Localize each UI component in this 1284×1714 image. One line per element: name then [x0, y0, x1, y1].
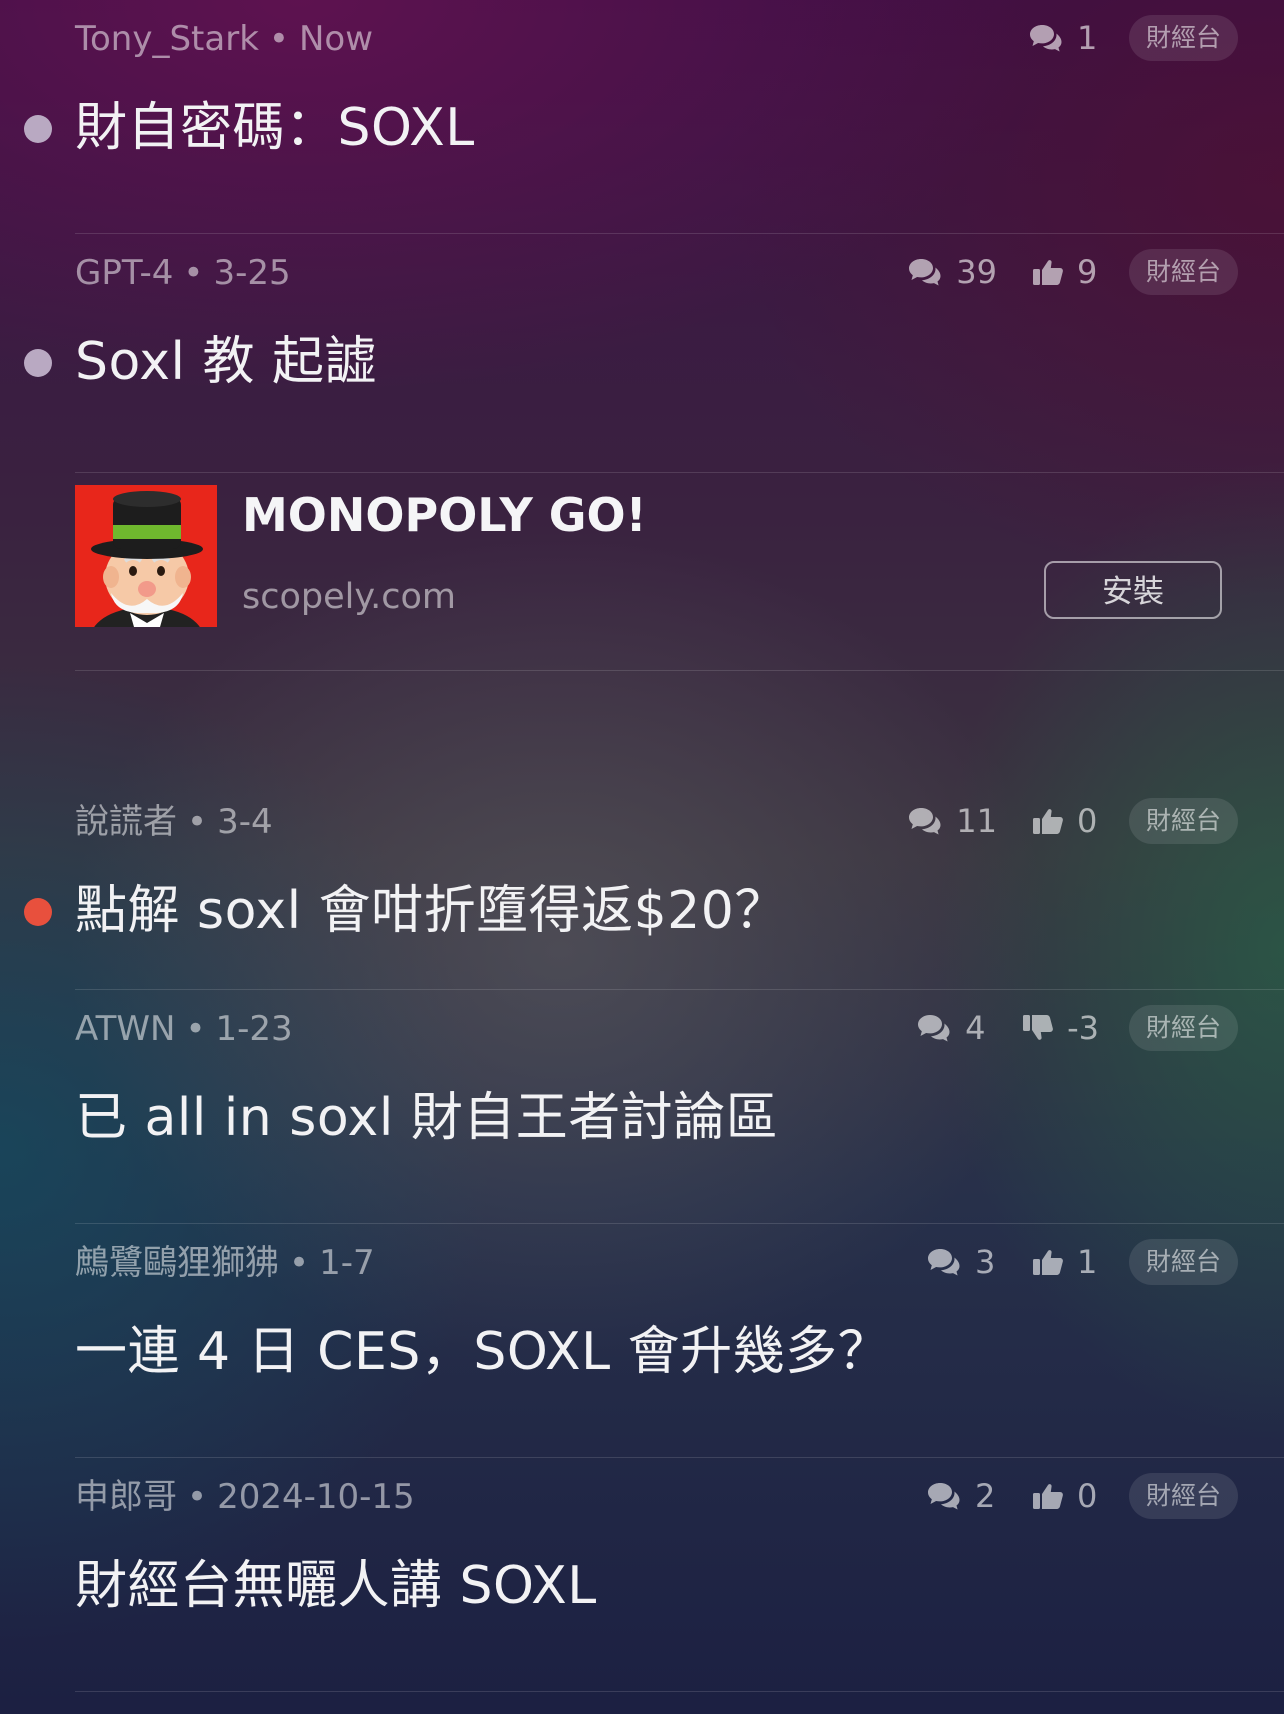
meta-separator: • — [289, 1243, 310, 1283]
like-count: 9 — [1031, 253, 1099, 291]
thread-meta: Tony_Stark • Now — [75, 19, 373, 59]
comment-icon — [927, 1481, 961, 1511]
thread-title[interactable]: 一連 4 日 CES，SOXL 會升幾多？ — [75, 1319, 890, 1385]
thread-title[interactable]: 已 all in soxl 財自王者討論區 — [75, 1085, 778, 1151]
status-dot — [24, 898, 52, 926]
sponsored-ad[interactable]: MONOPOLY GO! scopely.com 安裝 — [0, 440, 1284, 671]
author-name[interactable]: 說謊者 — [75, 802, 177, 842]
author-name[interactable]: Tony_Stark — [75, 19, 259, 59]
post-date: Now — [298, 19, 373, 59]
thread-stats: 3 1 財經台 — [927, 1239, 1238, 1285]
category-tag[interactable]: 財經台 — [1128, 15, 1238, 61]
comment-icon — [908, 806, 942, 836]
meta-separator: • — [183, 253, 204, 293]
thread-item[interactable]: 鷓鷺鷗狸獅狒 • 1-7 3 1 財經台 一連 4 日 CES，SOXL 會升幾多？ — [0, 1224, 1284, 1458]
author-name[interactable]: GPT-4 — [75, 253, 173, 293]
thread-item[interactable]: GPT-4 • 3-25 39 9 財經台 Soxl 教 起譃 — [0, 206, 1284, 473]
category-tag[interactable]: 財經台 — [1128, 1005, 1238, 1051]
comment-icon — [917, 1013, 951, 1043]
author-name[interactable]: 申郎哥 — [75, 1477, 177, 1517]
comment-count: 3 — [927, 1243, 997, 1281]
meta-separator: • — [268, 19, 289, 59]
category-tag[interactable]: 財經台 — [1128, 1473, 1238, 1519]
thread-stats: 1 財經台 — [1029, 15, 1238, 61]
thread-title[interactable]: Soxl 教 起譃 — [75, 329, 377, 395]
comment-icon — [908, 257, 942, 287]
install-button[interactable]: 安裝 — [1044, 561, 1222, 619]
thread-title[interactable]: 財自密碼：SOXL — [75, 95, 475, 161]
category-tag[interactable]: 財經台 — [1128, 1239, 1238, 1285]
like-count: 0 — [1031, 802, 1099, 840]
thread-item[interactable]: ATWN • 1-23 4 -3 財經台 已 all in soxl 財自王者討論區 — [0, 990, 1284, 1224]
thread-item[interactable]: 說謊者 • 3-4 11 0 財經台 點解 soxl 會咁折墮得返$20？ — [0, 756, 1284, 990]
author-name[interactable]: 鷓鷺鷗狸獅狒 — [75, 1243, 279, 1283]
post-date: 1-7 — [319, 1243, 375, 1283]
thread-stats: 11 0 財經台 — [908, 798, 1238, 844]
category-tag[interactable]: 財經台 — [1128, 249, 1238, 295]
post-date: 3-25 — [213, 253, 291, 293]
ad-domain: scopely.com — [242, 577, 456, 617]
post-date: 2024-10-15 — [217, 1477, 415, 1517]
thread-meta: 說謊者 • 3-4 — [75, 802, 273, 842]
comment-count: 2 — [927, 1477, 997, 1515]
divider — [75, 670, 1284, 671]
meta-separator: • — [187, 1477, 208, 1517]
thumbs-up-icon — [1031, 1247, 1065, 1277]
divider — [75, 1691, 1284, 1692]
thumbs-up-icon — [1031, 806, 1065, 836]
comment-count: 4 — [917, 1009, 987, 1047]
thumbs-up-icon — [1031, 257, 1065, 287]
comment-count: 11 — [908, 802, 997, 840]
thread-item[interactable]: Tony_Stark • Now 1 財經台 財自密碼：SOXL — [0, 0, 1284, 234]
thumbs-up-icon — [1031, 1481, 1065, 1511]
post-date: 3-4 — [217, 802, 273, 842]
comment-icon — [1029, 23, 1063, 53]
thread-meta: GPT-4 • 3-25 — [75, 253, 291, 293]
status-dot — [24, 115, 52, 143]
meta-separator: • — [187, 802, 208, 842]
ad-title[interactable]: MONOPOLY GO! — [242, 485, 647, 545]
comment-icon — [927, 1247, 961, 1277]
thread-meta: ATWN • 1-23 — [75, 1009, 293, 1049]
thread-title[interactable]: 點解 soxl 會咁折墮得返$20？ — [75, 878, 787, 944]
thread-meta: 申郎哥 • 2024-10-15 — [75, 1477, 415, 1517]
thread-meta: 鷓鷺鷗狸獅狒 • 1-7 — [75, 1243, 375, 1283]
category-tag[interactable]: 財經台 — [1128, 798, 1238, 844]
thumbs-down-icon — [1021, 1013, 1055, 1043]
dislike-count: -3 — [1021, 1009, 1099, 1047]
thread-stats: 2 0 財經台 — [927, 1473, 1238, 1519]
thread-stats: 39 9 財經台 — [908, 249, 1238, 295]
comment-count: 39 — [908, 253, 997, 291]
thread-item[interactable]: 申郎哥 • 2024-10-15 2 0 財經台 財經台無曬人講 SOXL — [0, 1458, 1284, 1692]
author-name[interactable]: ATWN — [75, 1009, 175, 1049]
monopoly-go-logo[interactable] — [75, 485, 217, 627]
post-date: 1-23 — [215, 1009, 293, 1049]
thread-title[interactable]: 財經台無曬人講 SOXL — [75, 1553, 597, 1619]
thread-stats: 4 -3 財經台 — [917, 1005, 1238, 1051]
like-count: 1 — [1031, 1243, 1099, 1281]
status-dot — [24, 349, 52, 377]
like-count: 0 — [1031, 1477, 1099, 1515]
meta-separator: • — [185, 1009, 206, 1049]
comment-count: 1 — [1029, 19, 1099, 57]
